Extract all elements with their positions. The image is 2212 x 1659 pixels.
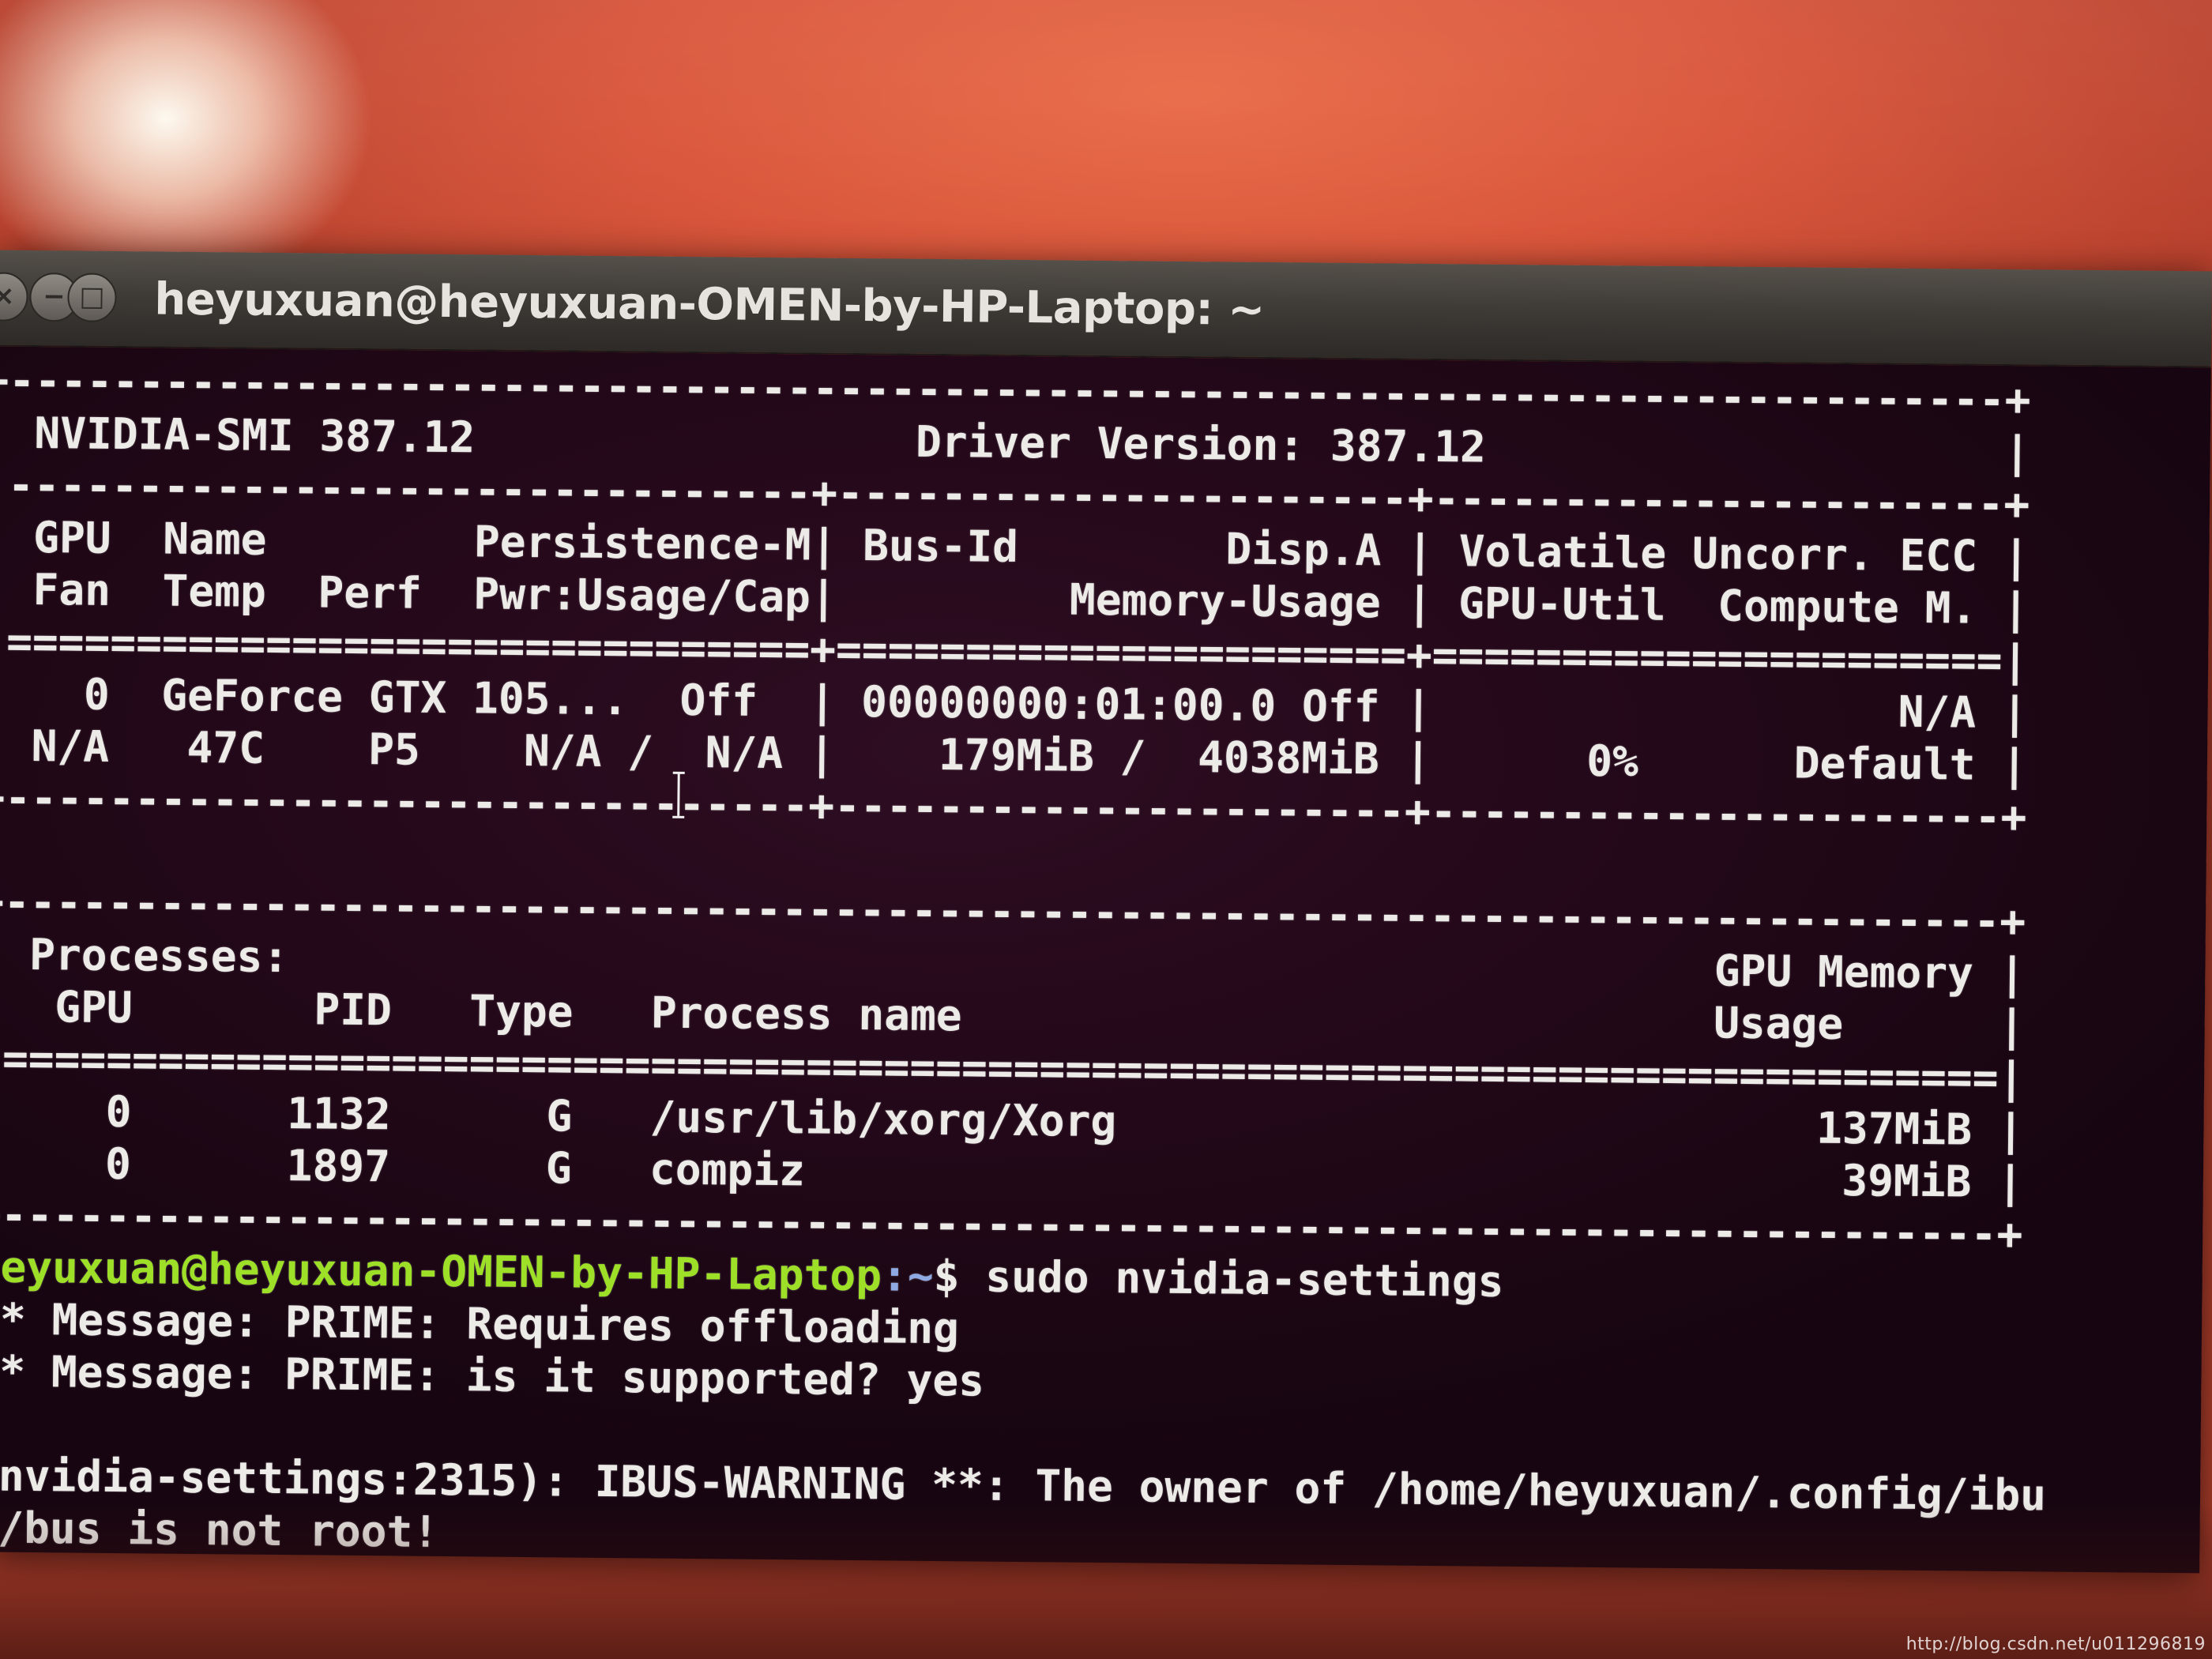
desktop-bottom-edge [0, 1501, 2212, 1659]
terminal-output: +---------------------------------------… [0, 354, 2057, 1573]
maximize-icon[interactable]: □ [67, 273, 117, 322]
typed-command: sudo nvidia-settings [985, 1251, 1504, 1307]
window-title: heyuxuan@heyuxuan-OMEN-by-HP-Laptop: ~ [154, 273, 1266, 336]
close-icon[interactable]: × [0, 272, 28, 322]
watermark: http://blog.csdn.net/u011296819 [1905, 1635, 2206, 1654]
terminal-window[interactable]: × − □ heyuxuan@heyuxuan-OMEN-by-HP-Lapto… [0, 250, 2212, 1574]
nvidia-smi-table: +---------------------------------------… [0, 354, 2057, 1260]
ibeam-cursor-icon [672, 770, 685, 819]
prompt-user-host: heyuxuan@heyuxuan-OMEN-by-HP-Laptop [0, 1241, 882, 1301]
prompt-path: :~ [881, 1250, 935, 1301]
prompt-symbol: $ [933, 1250, 986, 1302]
terminal-body[interactable]: +---------------------------------------… [0, 346, 2211, 1574]
desktop-background [0, 0, 2212, 269]
